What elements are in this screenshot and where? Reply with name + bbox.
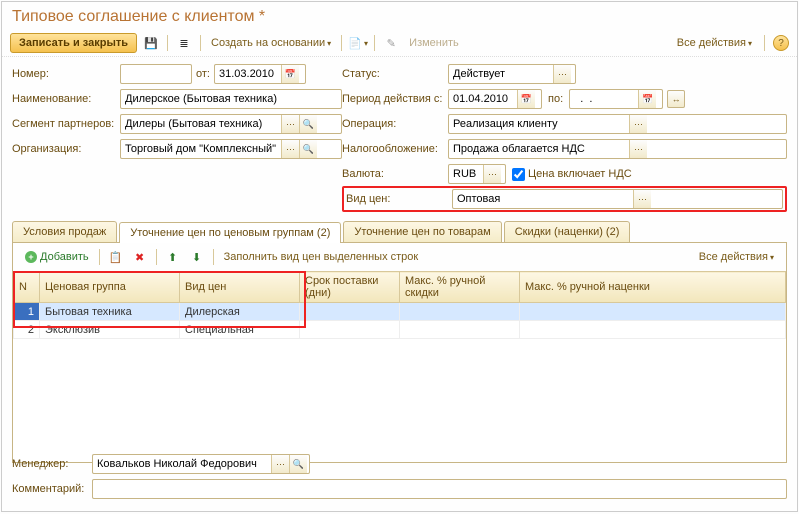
lookup-icon[interactable]: 🔍	[299, 140, 317, 158]
move-down-icon[interactable]: ⬇	[187, 247, 207, 267]
calendar-icon[interactable]: 📅	[281, 65, 299, 83]
action-icon[interactable]: 📄	[348, 33, 368, 53]
price-type-label: Вид цен:	[346, 193, 452, 205]
col-delivery[interactable]: Срок поставки (дни)	[300, 272, 400, 303]
number-label: Номер:	[12, 68, 120, 80]
col-max-discount[interactable]: Макс. % ручной скидки	[400, 272, 520, 303]
add-label: Добавить	[40, 251, 89, 263]
segment-input[interactable]	[121, 115, 281, 133]
delete-icon[interactable]: ✖	[130, 247, 150, 267]
fill-price-type-button[interactable]: Заполнить вид цен выделенных строк	[220, 249, 423, 265]
status-label: Статус:	[342, 68, 448, 80]
edit-button: Изменить	[405, 35, 463, 51]
period-to-label: по:	[548, 93, 563, 105]
tax-label: Налогообложение:	[342, 143, 448, 155]
all-actions-menu[interactable]: Все действия	[673, 35, 756, 51]
price-group-table: N Ценовая группа Вид цен Срок поставки (…	[12, 271, 787, 463]
plus-icon: +	[25, 251, 37, 263]
comment-label: Комментарий:	[12, 483, 92, 495]
table-all-actions-menu[interactable]: Все действия	[695, 249, 778, 265]
org-label: Организация:	[12, 143, 120, 155]
status-input[interactable]	[449, 65, 553, 83]
col-n[interactable]: N	[14, 272, 40, 303]
currency-input[interactable]	[449, 165, 483, 183]
col-price-type[interactable]: Вид цен	[180, 272, 300, 303]
select-icon[interactable]: ⋯	[629, 140, 647, 158]
select-icon[interactable]: ⋯	[271, 455, 289, 473]
calendar-icon[interactable]: 📅	[638, 90, 656, 108]
calendar-icon[interactable]: 📅	[517, 90, 535, 108]
select-icon[interactable]: ⋯	[483, 165, 501, 183]
select-icon[interactable]: ⋯	[553, 65, 571, 83]
col-group[interactable]: Ценовая группа	[40, 272, 180, 303]
operation-input[interactable]	[449, 115, 629, 133]
tabs: Условия продаж Уточнение цен по ценовым …	[12, 221, 787, 243]
vat-checkbox[interactable]	[512, 168, 525, 181]
from-date-input[interactable]	[215, 65, 281, 83]
form-area: Номер: от: 📅 Статус: ⋯ Наименование:	[2, 57, 797, 215]
page-title: Типовое соглашение с клиентом *	[2, 2, 797, 30]
table-row[interactable]: 2ЭксклюзивСпециальная	[14, 321, 786, 339]
move-up-icon[interactable]: ⬆	[163, 247, 183, 267]
table-row[interactable]: 1Бытовая техникаДилерская	[14, 303, 786, 321]
name-label: Наименование:	[12, 93, 120, 105]
col-max-markup[interactable]: Макс. % ручной наценки	[520, 272, 786, 303]
period-from-input[interactable]	[449, 90, 517, 108]
tab-sales-conditions[interactable]: Условия продаж	[12, 221, 117, 242]
name-input[interactable]	[121, 90, 317, 108]
currency-label: Валюта:	[342, 168, 448, 180]
lookup-icon[interactable]: 🔍	[299, 115, 317, 133]
tab-price-groups[interactable]: Уточнение цен по ценовым группам (2)	[119, 222, 341, 243]
edit-icon: ✎	[381, 33, 401, 53]
save-icon[interactable]: 💾	[141, 33, 161, 53]
select-icon[interactable]: ⋯	[633, 190, 651, 208]
period-to-input[interactable]	[570, 90, 638, 108]
main-toolbar: Записать и закрыть 💾 ≣ Создать на основа…	[2, 30, 797, 57]
lookup-icon[interactable]: 🔍	[289, 455, 307, 473]
org-input[interactable]	[121, 140, 281, 158]
from-label: от:	[196, 68, 210, 80]
period-label: Период действия с:	[342, 93, 448, 105]
bottom-area: Менеджер: ⋯ 🔍 Комментарий:	[12, 453, 787, 503]
manager-label: Менеджер:	[12, 458, 92, 470]
copy-icon[interactable]: 📋	[106, 247, 126, 267]
segment-label: Сегмент партнеров:	[12, 118, 120, 130]
vat-text: Цена включает НДС	[528, 168, 632, 180]
table-toolbar: + Добавить 📋 ✖ ⬆ ⬇ Заполнить вид цен выд…	[12, 243, 787, 271]
help-icon[interactable]: ?	[773, 35, 789, 51]
comment-input[interactable]	[93, 480, 786, 498]
operation-label: Операция:	[342, 118, 448, 130]
select-icon[interactable]: ⋯	[281, 140, 299, 158]
vat-checkbox-label[interactable]: Цена включает НДС	[512, 168, 632, 181]
add-button[interactable]: + Добавить	[21, 249, 93, 265]
tax-input[interactable]	[449, 140, 629, 158]
list-icon[interactable]: ≣	[174, 33, 194, 53]
tab-discounts[interactable]: Скидки (наценки) (2)	[504, 221, 631, 242]
select-icon[interactable]: ⋯	[629, 115, 647, 133]
save-close-button[interactable]: Записать и закрыть	[10, 33, 137, 53]
price-type-input[interactable]	[453, 190, 633, 208]
create-on-basis-menu[interactable]: Создать на основании	[207, 35, 335, 51]
manager-input[interactable]	[93, 455, 271, 473]
select-icon[interactable]: ⋯	[281, 115, 299, 133]
period-sync-icon[interactable]: ↔	[667, 90, 685, 108]
tab-price-products[interactable]: Уточнение цен по товарам	[343, 221, 501, 242]
